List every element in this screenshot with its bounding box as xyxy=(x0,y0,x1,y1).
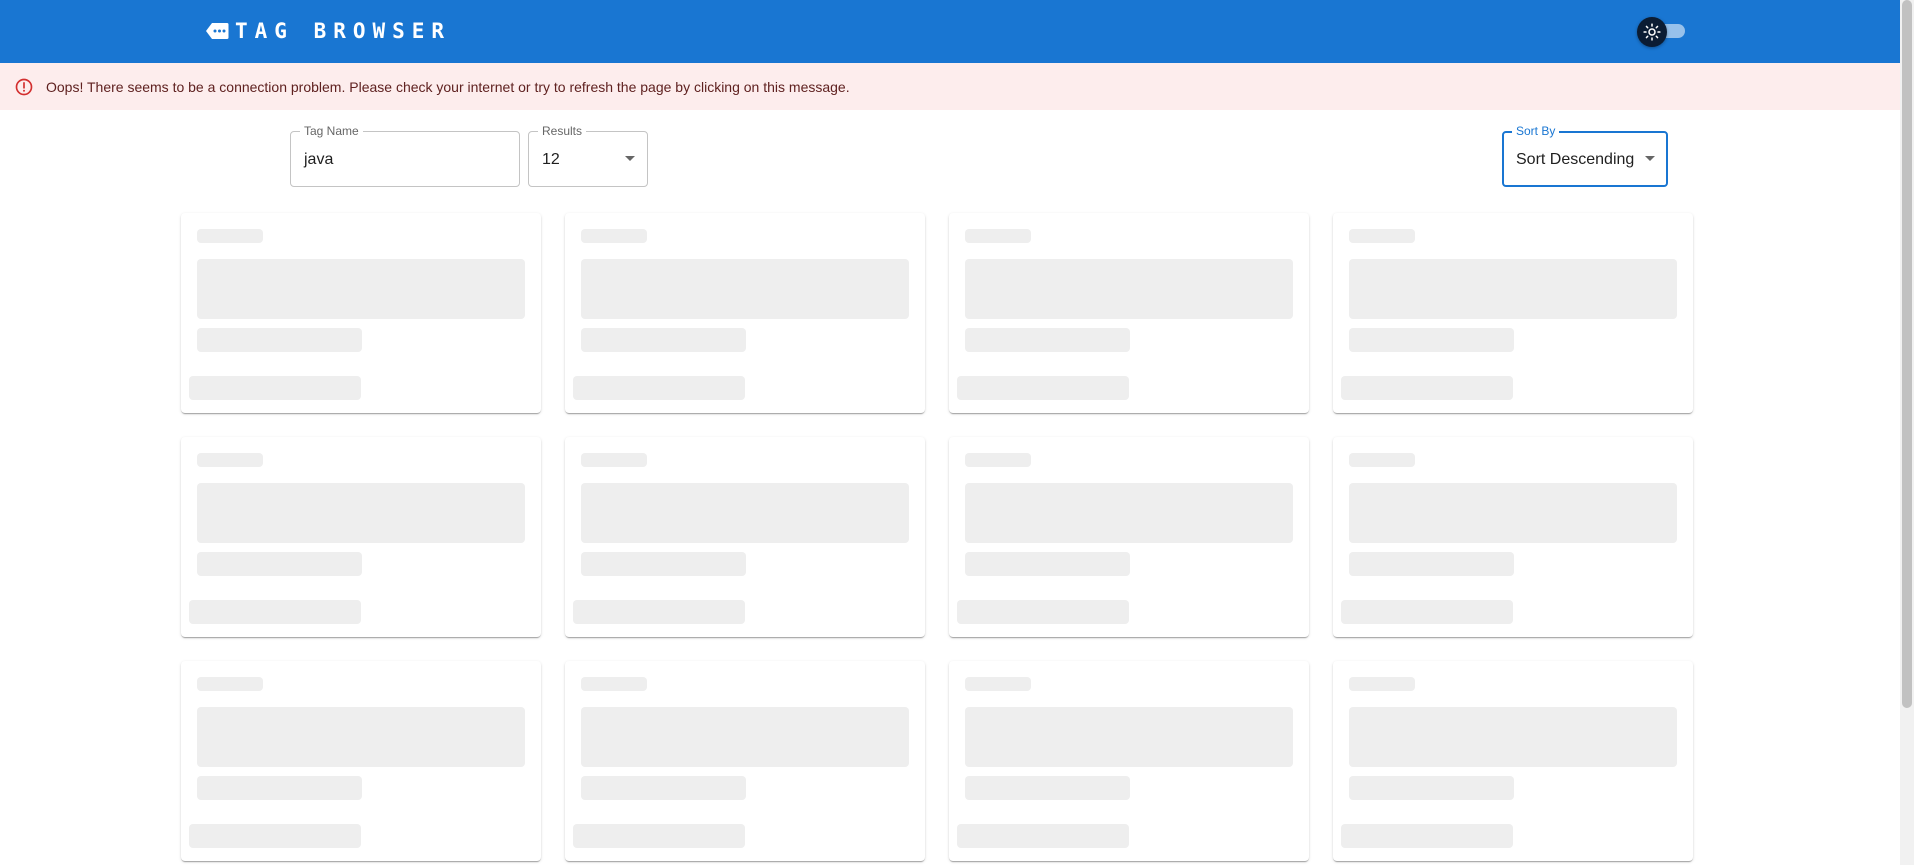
skeleton-line xyxy=(1349,328,1514,352)
tag-icon xyxy=(206,23,229,39)
skeleton-title xyxy=(197,229,263,243)
chevron-down-icon[interactable] xyxy=(625,156,635,161)
skeleton-body xyxy=(197,707,525,767)
skeleton-line xyxy=(965,776,1130,800)
skeleton-line xyxy=(1349,776,1514,800)
skeleton-action xyxy=(189,600,361,624)
loading-card xyxy=(565,437,925,637)
skeleton-body xyxy=(965,259,1293,319)
skeleton-line xyxy=(965,328,1130,352)
skeleton-body xyxy=(1349,483,1677,543)
results-label: Results xyxy=(538,124,587,138)
skeleton-line xyxy=(197,552,362,576)
skeleton-line xyxy=(581,552,746,576)
skeleton-body xyxy=(581,483,909,543)
page-scrollbar[interactable] xyxy=(1900,0,1914,865)
sort-by-select[interactable]: Sort By Sort Descending xyxy=(1502,124,1668,187)
tag-name-field[interactable]: Tag Name java xyxy=(290,124,520,187)
skeleton-line xyxy=(965,552,1130,576)
skeleton-title xyxy=(965,677,1031,691)
loading-card xyxy=(949,661,1309,861)
skeleton-body xyxy=(197,259,525,319)
skeleton-action xyxy=(957,600,1129,624)
skeleton-action xyxy=(1341,824,1513,848)
skeleton-action xyxy=(573,600,745,624)
tag-name-input[interactable]: java xyxy=(304,151,333,169)
skeleton-action xyxy=(1341,600,1513,624)
skeleton-action xyxy=(957,824,1129,848)
skeleton-body xyxy=(965,483,1293,543)
skeleton-action xyxy=(1341,376,1513,400)
error-outline-icon xyxy=(15,78,33,95)
loading-card xyxy=(1333,661,1693,861)
skeleton-title xyxy=(1349,229,1415,243)
skeleton-title xyxy=(197,453,263,467)
loading-card xyxy=(181,661,541,861)
chevron-down-icon[interactable] xyxy=(1645,156,1655,161)
skeleton-action xyxy=(189,824,361,848)
app-bar: TAG BROWSER xyxy=(0,0,1900,63)
brand: TAG BROWSER xyxy=(205,18,451,44)
skeleton-action xyxy=(573,824,745,848)
skeleton-body xyxy=(965,707,1293,767)
sort-by-label: Sort By xyxy=(1512,124,1560,138)
skeleton-body xyxy=(197,483,525,543)
app-title: TAG BROWSER xyxy=(235,19,452,43)
theme-toggle[interactable] xyxy=(1637,17,1689,47)
skeleton-action xyxy=(189,376,361,400)
sort-by-value[interactable]: Sort Descending xyxy=(1516,151,1634,169)
loading-card xyxy=(949,437,1309,637)
skeleton-body xyxy=(1349,259,1677,319)
skeleton-body xyxy=(581,259,909,319)
loading-card xyxy=(1333,213,1693,413)
skeleton-title xyxy=(581,229,647,243)
skeleton-body xyxy=(1349,707,1677,767)
skeleton-body xyxy=(581,707,909,767)
loading-card xyxy=(565,213,925,413)
skeleton-title xyxy=(197,677,263,691)
skeleton-title xyxy=(581,677,647,691)
loading-card xyxy=(949,213,1309,413)
scrollbar-thumb[interactable] xyxy=(1902,0,1912,708)
skeleton-action xyxy=(957,376,1129,400)
skeleton-line xyxy=(581,328,746,352)
loading-card xyxy=(1333,437,1693,637)
skeleton-line xyxy=(1349,552,1514,576)
loading-card xyxy=(181,437,541,637)
skeleton-title xyxy=(965,229,1031,243)
skeleton-title xyxy=(965,453,1031,467)
skeleton-line xyxy=(197,328,362,352)
skeleton-title xyxy=(581,453,647,467)
skeleton-action xyxy=(573,376,745,400)
loading-card xyxy=(565,661,925,861)
results-value[interactable]: 12 xyxy=(542,151,560,169)
theme-toggle-thumb[interactable] xyxy=(1637,17,1667,47)
skeleton-line xyxy=(581,776,746,800)
skeleton-title xyxy=(1349,677,1415,691)
sun-icon xyxy=(1643,23,1661,41)
tag-name-label: Tag Name xyxy=(300,124,363,138)
alert-message[interactable]: Oops! There seems to be a connection pro… xyxy=(46,79,850,95)
loading-card xyxy=(181,213,541,413)
skeleton-line xyxy=(197,776,362,800)
results-select[interactable]: Results 12 xyxy=(528,124,648,187)
skeleton-title xyxy=(1349,453,1415,467)
connection-error-alert[interactable]: Oops! There seems to be a connection pro… xyxy=(0,63,1900,110)
